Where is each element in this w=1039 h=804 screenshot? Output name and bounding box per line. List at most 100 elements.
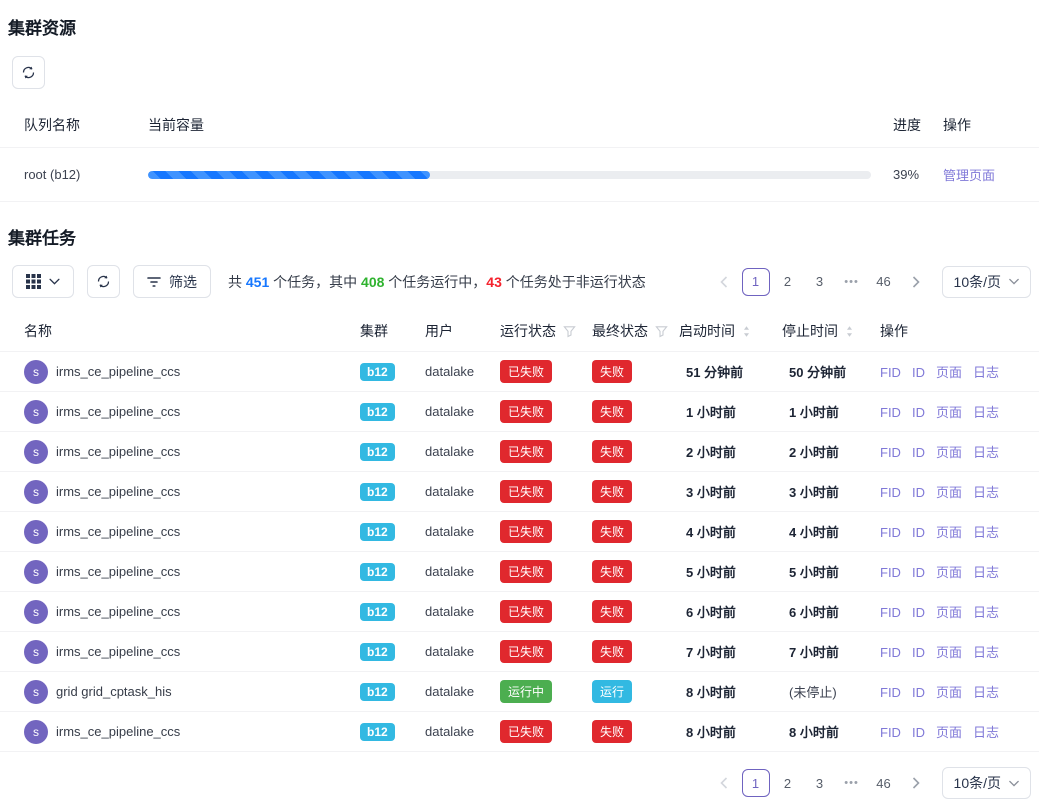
user-label: datalake: [425, 672, 500, 712]
manage-page-link[interactable]: 管理页面: [943, 168, 995, 183]
action-link-id[interactable]: ID: [912, 645, 925, 660]
pagination-top: 1 2 3 ••• 46 10条/页: [710, 266, 1031, 298]
layout-select-button[interactable]: [12, 265, 74, 298]
tasks-refresh-button[interactable]: [87, 265, 120, 298]
action-link-page[interactable]: 页面: [936, 405, 962, 420]
task-name: irms_ce_pipeline_ccs: [56, 644, 180, 659]
start-time: 8 小时前: [679, 712, 782, 752]
action-link-page[interactable]: 页面: [936, 525, 962, 540]
page-button-2[interactable]: 2: [774, 769, 802, 797]
action-link-id[interactable]: ID: [912, 725, 925, 740]
cluster-resources-title: 集群资源: [8, 14, 1039, 39]
filter-funnel-icon[interactable]: [563, 325, 576, 338]
action-link-id[interactable]: ID: [912, 445, 925, 460]
page-button-1[interactable]: 1: [742, 268, 770, 296]
pagination-ellipsis[interactable]: •••: [838, 268, 866, 296]
action-link-page[interactable]: 页面: [936, 605, 962, 620]
action-link-fid[interactable]: FID: [880, 725, 901, 740]
task-name: irms_ce_pipeline_ccs: [56, 484, 180, 499]
start-time: 51 分钟前: [679, 352, 782, 392]
cluster-tasks-title: 集群任务: [8, 224, 1039, 249]
start-time: 5 小时前: [679, 552, 782, 592]
page-button-2[interactable]: 2: [774, 268, 802, 296]
action-link-fid[interactable]: FID: [880, 565, 901, 580]
prev-page-button[interactable]: [710, 268, 738, 296]
start-time: 7 小时前: [679, 632, 782, 672]
action-link-page[interactable]: 页面: [936, 645, 962, 660]
prev-page-button[interactable]: [710, 769, 738, 797]
queue-name: root (b12): [0, 148, 148, 202]
cluster-tag: b12: [360, 443, 395, 461]
action-link-log[interactable]: 日志: [973, 365, 999, 380]
page-button-46[interactable]: 46: [870, 769, 898, 797]
capacity-progress-bar: [148, 171, 871, 179]
action-link-fid[interactable]: FID: [880, 605, 901, 620]
action-link-log[interactable]: 日志: [973, 445, 999, 460]
filter-funnel-icon[interactable]: [655, 325, 668, 338]
page-button-3[interactable]: 3: [806, 769, 834, 797]
avatar: s: [24, 360, 48, 384]
action-link-fid[interactable]: FID: [880, 485, 901, 500]
action-link-fid[interactable]: FID: [880, 405, 901, 420]
task-row: sirms_ce_pipeline_ccsb12datalake已失败失败6 小…: [0, 592, 1039, 632]
action-link-id[interactable]: ID: [912, 525, 925, 540]
action-link-fid[interactable]: FID: [880, 365, 901, 380]
next-page-button[interactable]: [902, 769, 930, 797]
action-link-log[interactable]: 日志: [973, 525, 999, 540]
column-resource-action: 操作: [943, 103, 1039, 148]
task-name: irms_ce_pipeline_ccs: [56, 564, 180, 579]
action-link-id[interactable]: ID: [912, 365, 925, 380]
column-stop-time: 停止时间: [782, 321, 838, 341]
run-status-badge: 已失败: [500, 480, 552, 503]
action-link-log[interactable]: 日志: [973, 405, 999, 420]
action-link-page[interactable]: 页面: [936, 445, 962, 460]
cluster-tag: b12: [360, 483, 395, 501]
filter-button-label: 筛选: [169, 272, 197, 292]
action-link-page[interactable]: 页面: [936, 365, 962, 380]
action-link-page[interactable]: 页面: [936, 485, 962, 500]
action-link-id[interactable]: ID: [912, 405, 925, 420]
run-status-badge: 已失败: [500, 640, 552, 663]
total-count: 451: [246, 274, 269, 290]
page-size-select[interactable]: 10条/页: [942, 767, 1031, 799]
progress-percent: 39%: [881, 148, 943, 202]
action-link-fid[interactable]: FID: [880, 525, 901, 540]
page-button-46[interactable]: 46: [870, 268, 898, 296]
action-link-log[interactable]: 日志: [973, 685, 999, 700]
action-link-log[interactable]: 日志: [973, 605, 999, 620]
sort-icon[interactable]: [845, 325, 854, 338]
action-link-page[interactable]: 页面: [936, 565, 962, 580]
cluster-tag: b12: [360, 363, 395, 381]
action-link-id[interactable]: ID: [912, 605, 925, 620]
action-link-id[interactable]: ID: [912, 685, 925, 700]
column-capacity: 当前容量: [148, 103, 881, 148]
action-link-log[interactable]: 日志: [973, 485, 999, 500]
task-name: irms_ce_pipeline_ccs: [56, 604, 180, 619]
page-button-1[interactable]: 1: [742, 769, 770, 797]
action-link-fid[interactable]: FID: [880, 685, 901, 700]
column-action: 操作: [880, 311, 1039, 352]
task-summary: 共 451 个任务，其中 408 个任务运行中，43 个任务处于非运行状态: [228, 272, 646, 292]
action-link-id[interactable]: ID: [912, 565, 925, 580]
stop-time: 2 小时前: [782, 432, 880, 472]
action-link-page[interactable]: 页面: [936, 725, 962, 740]
sort-icon[interactable]: [742, 325, 751, 338]
action-link-fid[interactable]: FID: [880, 445, 901, 460]
avatar: s: [24, 440, 48, 464]
pagination-ellipsis[interactable]: •••: [838, 769, 866, 797]
action-link-fid[interactable]: FID: [880, 645, 901, 660]
page-button-3[interactable]: 3: [806, 268, 834, 296]
filter-button[interactable]: 筛选: [133, 265, 211, 298]
filter-lines-icon: [147, 276, 161, 288]
user-label: datalake: [425, 432, 500, 472]
final-status-badge: 失败: [592, 600, 632, 623]
action-link-log[interactable]: 日志: [973, 565, 999, 580]
resources-refresh-button[interactable]: [12, 56, 45, 89]
page-size-select[interactable]: 10条/页: [942, 266, 1031, 298]
action-link-log[interactable]: 日志: [973, 645, 999, 660]
task-row: sgrid grid_cptask_hisb12datalake运行中运行8 小…: [0, 672, 1039, 712]
action-link-log[interactable]: 日志: [973, 725, 999, 740]
action-link-page[interactable]: 页面: [936, 685, 962, 700]
action-link-id[interactable]: ID: [912, 485, 925, 500]
next-page-button[interactable]: [902, 268, 930, 296]
